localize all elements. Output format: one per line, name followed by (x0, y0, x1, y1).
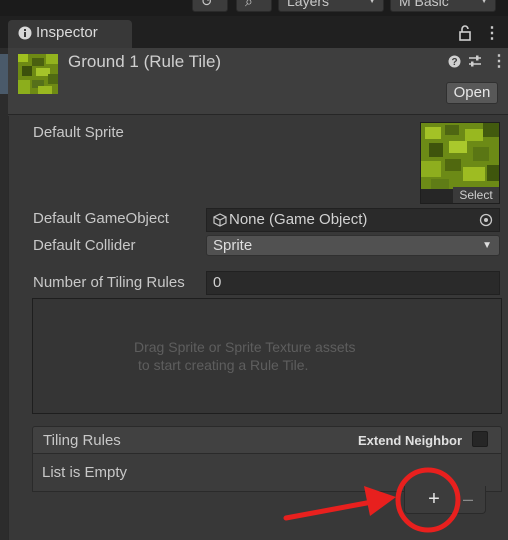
search-icon: ⌕ (245, 0, 253, 9)
sprite-preview (421, 123, 499, 189)
history-icon: ↺ (201, 0, 213, 9)
layers-label: Layers (287, 0, 330, 9)
help-icon[interactable]: ? (448, 55, 461, 68)
default-gameobject-field[interactable]: None (Game Object) (206, 208, 500, 232)
drop-zone-text-line1: Drag Sprite or Sprite Texture assets (134, 339, 356, 355)
default-sprite-label: Default Sprite (33, 124, 124, 141)
header-divider (8, 114, 508, 115)
left-edge-accent (0, 54, 8, 94)
left-edge-strip (0, 48, 8, 540)
tab-label: Inspector (36, 24, 98, 41)
extend-neighbor-checkbox[interactable] (472, 431, 488, 447)
default-gameobject-label: Default GameObject (33, 210, 169, 227)
tiling-rules-count-field[interactable]: 0 (206, 271, 500, 295)
asset-thumbnail (18, 54, 58, 94)
svg-text:?: ? (451, 57, 457, 68)
dropdown-arrow-icon: ▼ (482, 240, 492, 251)
sprite-select-button[interactable]: Select (453, 187, 499, 203)
header-kebab-icon[interactable]: ⋮ (491, 51, 507, 71)
sprite-drop-zone[interactable] (32, 298, 502, 414)
layout-dropdown[interactable]: M Basic ▼ (390, 0, 496, 12)
gameobject-cube-icon (213, 213, 227, 227)
extend-neighbor-label: Extend Neighbor (358, 433, 463, 448)
tiling-rules-count-label: Number of Tiling Rules (33, 274, 185, 291)
asset-title: Ground 1 (Rule Tile) (68, 52, 222, 71)
object-picker-icon[interactable] (479, 213, 493, 227)
default-gameobject-value: None (Game Object) (229, 211, 368, 228)
chevron-down-icon: ▼ (479, 0, 489, 6)
editor-toolbar: ↺ ⌕ Layers ▼ M Basic ▼ (0, 0, 508, 16)
lock-icon[interactable] (458, 25, 472, 41)
layers-dropdown[interactable]: Layers ▼ (278, 0, 384, 12)
list-empty-text: List is Empty (42, 464, 128, 481)
layout-label: M Basic (399, 0, 449, 9)
add-rule-button[interactable]: + (422, 488, 446, 510)
remove-rule-button[interactable]: – (456, 488, 480, 510)
history-button[interactable]: ↺ (192, 0, 228, 12)
default-collider-dropdown[interactable]: Sprite ▼ (206, 235, 500, 256)
tiling-rules-title: Tiling Rules (43, 432, 121, 449)
search-button[interactable]: ⌕ (236, 0, 272, 12)
default-collider-value: Sprite (213, 237, 253, 254)
kebab-menu-icon[interactable]: ⋮ (484, 23, 500, 43)
info-icon (18, 26, 32, 40)
open-button[interactable]: Open (446, 82, 498, 104)
default-collider-label: Default Collider (33, 237, 136, 254)
tiling-rules-count-value: 0 (213, 274, 222, 291)
presets-icon[interactable] (468, 55, 482, 68)
default-sprite-field[interactable]: Select (420, 122, 500, 204)
chevron-down-icon: ▼ (367, 0, 377, 6)
drop-zone-text-line2: to start creating a Rule Tile. (138, 357, 309, 373)
